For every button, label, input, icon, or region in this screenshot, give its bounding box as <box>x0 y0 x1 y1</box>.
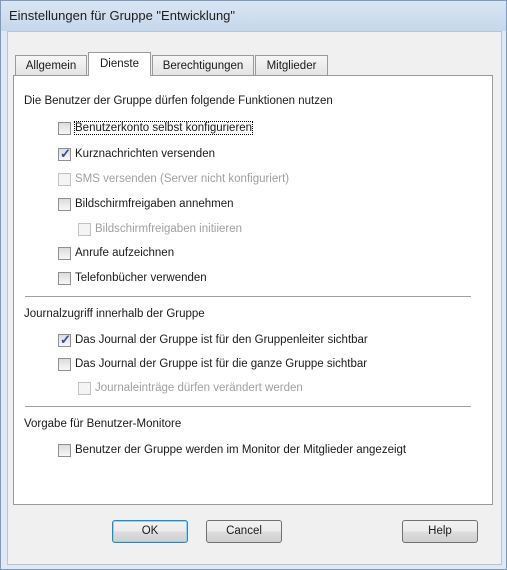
journal-heading: Journalzugriff innerhalb der Gruppe <box>24 308 205 320</box>
checkbox[interactable] <box>58 357 71 371</box>
option-telefonbuecher[interactable]: Telefonbücher verwenden <box>58 270 207 286</box>
checkbox <box>58 172 71 186</box>
option-label: Das Journal der Gruppe ist für die ganze… <box>75 358 368 370</box>
option-bildschirmfreigaben-initiieren: Bildschirmfreigaben initiieren <box>78 221 242 237</box>
separator <box>25 296 471 298</box>
checkbox[interactable] <box>58 121 71 135</box>
checkbox <box>78 222 91 236</box>
help-button[interactable]: Help <box>402 520 478 543</box>
option-label: Telefonbücher verwenden <box>75 272 207 284</box>
separator <box>25 406 471 408</box>
tab-panel-dienste <box>13 75 493 505</box>
option-monitor-anzeigen[interactable]: Benutzer der Gruppe werden im Monitor de… <box>58 442 406 458</box>
option-sms: SMS versenden (Server nicht konfiguriert… <box>58 171 289 187</box>
tab-mitglieder[interactable]: Mitglieder <box>255 55 328 75</box>
window-title: Einstellungen für Gruppe "Entwicklung" <box>9 8 236 23</box>
option-journal-veraendern: Journaleinträge dürfen verändert werden <box>78 380 303 396</box>
ok-button[interactable]: OK <box>112 520 188 543</box>
checkmark-icon: ✓ <box>60 145 71 161</box>
checkbox[interactable] <box>58 246 71 260</box>
option-label: Bildschirmfreigaben annehmen <box>75 198 234 210</box>
checkbox[interactable] <box>58 197 71 211</box>
tab-allgemein[interactable]: Allgemein <box>15 55 87 75</box>
option-benutzerkonto[interactable]: Benutzerkonto selbst konfigurieren <box>58 120 254 136</box>
option-journal-gruppenleiter[interactable]: ✓ Das Journal der Gruppe ist für den Gru… <box>58 332 368 348</box>
option-journal-ganze-gruppe[interactable]: Das Journal der Gruppe ist für die ganze… <box>58 356 367 372</box>
option-label: Bildschirmfreigaben initiieren <box>95 223 243 235</box>
checkbox[interactable] <box>58 443 71 457</box>
title-bar[interactable]: Einstellungen für Gruppe "Entwicklung" <box>1 1 506 31</box>
checkbox <box>78 381 91 395</box>
functions-heading: Die Benutzer der Gruppe dürfen folgende … <box>24 95 333 107</box>
checkbox[interactable] <box>58 271 71 285</box>
checkmark-icon: ✓ <box>60 331 71 347</box>
monitor-heading: Vorgabe für Benutzer-Monitore <box>24 418 182 430</box>
checkbox[interactable]: ✓ <box>58 145 71 161</box>
option-label: Benutzer der Gruppe werden im Monitor de… <box>75 444 407 456</box>
tab-dienste[interactable]: Dienste <box>88 52 151 76</box>
option-label: Anrufe aufzeichnen <box>75 247 175 259</box>
checkbox[interactable]: ✓ <box>58 331 71 347</box>
option-label: SMS versenden (Server nicht konfiguriert… <box>75 173 290 185</box>
option-label: Benutzerkonto selbst konfigurieren <box>73 121 254 135</box>
option-label: Kurznachrichten versenden <box>75 148 215 160</box>
option-bildschirmfreigaben-annehmen[interactable]: Bildschirmfreigaben annehmen <box>58 196 234 212</box>
cancel-button[interactable]: Cancel <box>206 520 282 543</box>
tab-berechtigungen[interactable]: Berechtigungen <box>152 55 254 75</box>
option-kurznachrichten[interactable]: ✓ Kurznachrichten versenden <box>58 146 215 162</box>
option-anrufe-aufzeichnen[interactable]: Anrufe aufzeichnen <box>58 245 174 261</box>
option-label: Das Journal der Gruppe ist für den Grupp… <box>75 334 368 346</box>
option-label: Journaleinträge dürfen verändert werden <box>95 382 303 394</box>
